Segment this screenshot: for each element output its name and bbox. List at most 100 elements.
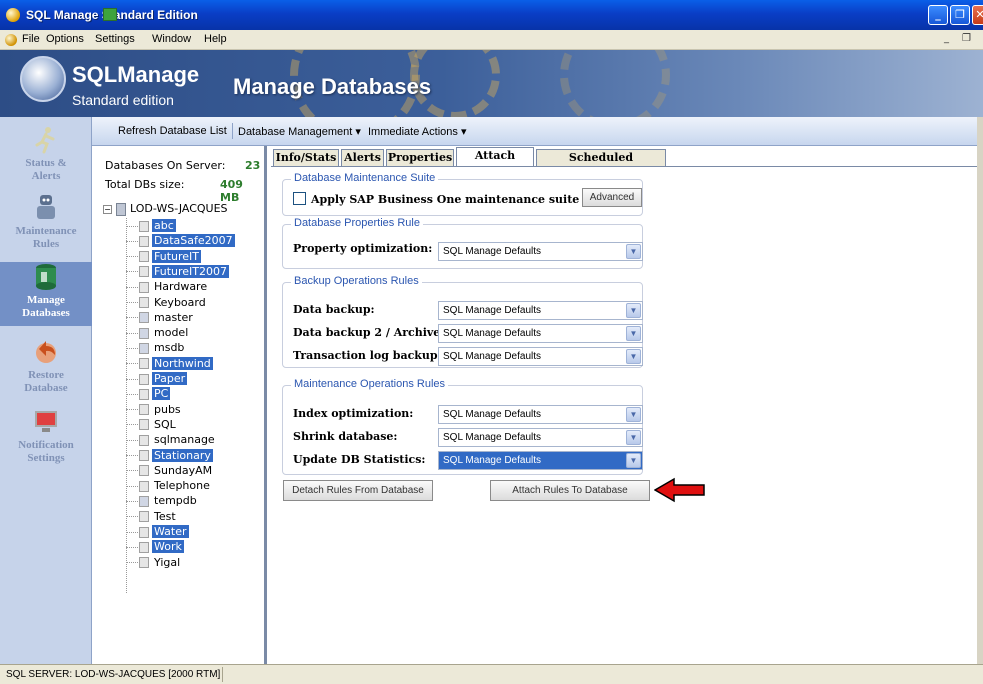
tree-database-item[interactable]: Keyboard: [126, 295, 208, 310]
database-icon: [139, 434, 149, 446]
database-name: Water: [152, 525, 189, 538]
gear-icon: [560, 50, 670, 117]
tree-database-item[interactable]: Paper: [126, 371, 188, 386]
database-icon: [139, 511, 149, 523]
chevron-down-icon: ▼: [626, 430, 641, 445]
nav-label: Manage Databases: [22, 294, 70, 319]
select-value: SQL Manage Defaults: [443, 246, 542, 257]
databases-on-server-label: Databases On Server:: [105, 159, 226, 172]
document-icon[interactable]: [5, 34, 17, 46]
tree-database-item[interactable]: SundayAM: [126, 463, 214, 478]
databases-on-server-value: 23: [245, 159, 261, 172]
immediate-actions-menu[interactable]: Immediate Actions ▾: [368, 125, 466, 138]
tab-properties[interactable]: Properties: [386, 149, 454, 167]
data-backup-archive-select[interactable]: SQL Manage Defaults ▼: [438, 324, 643, 343]
select-value: SQL Manage Defaults: [443, 455, 542, 466]
tree-database-item[interactable]: Yigal: [126, 555, 182, 570]
tree-database-item[interactable]: DataSafe2007: [126, 233, 235, 248]
sap-suite-checkbox[interactable]: [293, 192, 306, 205]
tree-database-item[interactable]: abc: [126, 218, 176, 233]
total-size-value: 409 MB: [220, 178, 243, 204]
tree-connector: [126, 286, 138, 288]
mdi-minimize-icon[interactable]: _: [944, 33, 949, 44]
tree-connector: [126, 271, 138, 273]
database-icon: [139, 465, 149, 477]
nav-maintenance-rules[interactable]: Maintenance Rules: [0, 193, 92, 257]
tree-database-item[interactable]: Northwind: [126, 356, 213, 371]
index-optimization-select[interactable]: SQL Manage Defaults ▼: [438, 405, 643, 424]
tree-database-item[interactable]: FutureIT2007: [126, 264, 229, 279]
transaction-log-backup-select[interactable]: SQL Manage Defaults ▼: [438, 347, 643, 366]
menu-settings[interactable]: Settings: [95, 33, 135, 45]
tab-info-stats[interactable]: Info/Stats: [273, 149, 339, 167]
tree-database-item[interactable]: SQL: [126, 417, 178, 432]
database-management-menu[interactable]: Database Management ▾: [238, 125, 361, 138]
database-name: Work: [152, 540, 184, 554]
database-icon: [139, 251, 149, 263]
shrink-database-select[interactable]: SQL Manage Defaults ▼: [438, 428, 643, 447]
tab-attach-rules[interactable]: Attach Rules: [456, 147, 534, 178]
database-icon: [36, 264, 56, 290]
detach-rules-button[interactable]: Detach Rules From Database: [283, 480, 433, 501]
menu-window[interactable]: Window: [152, 33, 191, 45]
tree-connector: [126, 439, 138, 441]
maintenance-suite-group: Database Maintenance Suite Apply SAP Bus…: [282, 172, 643, 216]
tree-database-item[interactable]: msdb: [126, 340, 186, 355]
advanced-button[interactable]: Advanced: [582, 188, 642, 207]
tree-database-item[interactable]: PC: [126, 386, 171, 401]
database-management-label: Database Management: [238, 126, 353, 138]
database-name: abc: [152, 219, 176, 232]
select-value: SQL Manage Defaults: [443, 328, 542, 339]
tree-database-item[interactable]: pubs: [126, 402, 183, 417]
nav-label: Status & Alerts: [25, 157, 67, 182]
system-database-icon: [139, 495, 149, 507]
tab-scheduled-operations[interactable]: Scheduled Operations: [536, 149, 666, 180]
maximize-button[interactable]: ❐: [950, 5, 970, 25]
mdi-restore-icon[interactable]: ❐: [962, 33, 971, 44]
menu-file[interactable]: File: [22, 33, 40, 45]
update-db-statistics-select[interactable]: SQL Manage Defaults ▼: [438, 451, 643, 470]
database-name: Yigal: [154, 555, 181, 569]
property-optimization-label: Property optimization:: [293, 242, 433, 255]
logo-icon: [20, 56, 66, 102]
attach-rules-button[interactable]: Attach Rules To Database: [490, 480, 650, 501]
tree-connector: [126, 531, 138, 533]
menu-options[interactable]: Options: [46, 33, 84, 45]
nav-restore-database[interactable]: Restore Database: [0, 337, 92, 401]
tree-connector: [126, 546, 138, 548]
tree-connector: [126, 424, 138, 426]
collapse-icon[interactable]: −: [103, 204, 112, 214]
database-name: Keyboard: [154, 295, 206, 309]
tree-database-item[interactable]: sqlmanage: [126, 432, 217, 447]
chevron-down-icon: ▼: [626, 303, 641, 318]
minimize-button[interactable]: _: [928, 5, 948, 25]
data-backup-select[interactable]: SQL Manage Defaults ▼: [438, 301, 643, 320]
tree-database-item[interactable]: FutureIT: [126, 249, 201, 264]
tree-database-item[interactable]: tempdb: [126, 493, 199, 508]
menu-help[interactable]: Help: [204, 33, 227, 45]
nav-manage-databases[interactable]: Manage Databases: [0, 262, 92, 326]
tab-alerts[interactable]: Alerts: [341, 149, 384, 167]
database-name: SQL: [154, 417, 176, 431]
refresh-database-list-button[interactable]: Refresh Database List: [118, 125, 227, 137]
database-icon: [139, 266, 149, 278]
refresh-icon[interactable]: [103, 8, 117, 21]
tree-database-item[interactable]: Telephone: [126, 478, 212, 493]
tree-server-node[interactable]: − LOD-WS-JACQUES: [103, 202, 228, 216]
property-optimization-select[interactable]: SQL Manage Defaults ▼: [438, 242, 643, 261]
tree-database-item[interactable]: Stationary: [126, 448, 213, 463]
tree-database-item[interactable]: model: [126, 325, 190, 340]
system-database-icon: [139, 327, 149, 339]
tree-database-item[interactable]: Water: [126, 524, 189, 539]
nav-notification-settings[interactable]: Notification Settings: [0, 407, 92, 471]
tree-connector: [126, 470, 138, 472]
tree-database-item[interactable]: Hardware: [126, 279, 209, 294]
app-icon[interactable]: [6, 8, 20, 22]
tree-database-item[interactable]: Test: [126, 509, 178, 524]
tree-connector: [126, 516, 138, 518]
tree-database-item[interactable]: Work: [126, 539, 184, 554]
tree-database-item[interactable]: master: [126, 310, 195, 325]
nav-label: Maintenance Rules: [15, 225, 77, 250]
nav-status-alerts[interactable]: Status & Alerts: [0, 125, 92, 189]
close-button[interactable]: ✕: [972, 5, 983, 25]
